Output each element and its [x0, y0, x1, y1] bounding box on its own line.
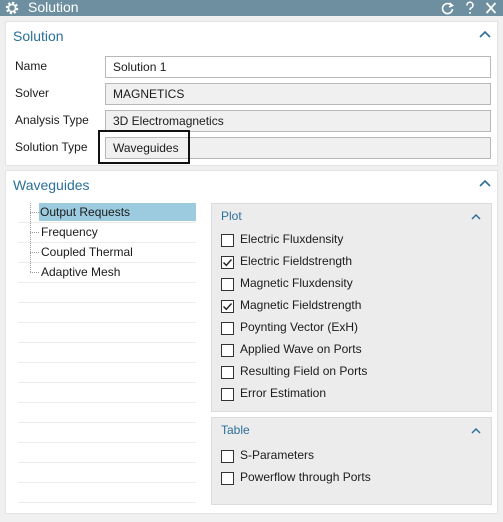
output-tree: Output Requests Frequency Coupled Therma… — [18, 203, 196, 505]
solver-field: MAGNETICS — [105, 83, 491, 105]
checkbox-powerflow[interactable] — [221, 472, 234, 485]
tree-row: Output Requests — [18, 203, 196, 223]
tree-branch — [30, 212, 39, 213]
checkbox-label: Electric Fieldstrength — [240, 254, 353, 268]
plot-group-header[interactable]: Plot — [212, 204, 491, 228]
tree-row — [18, 283, 196, 303]
tree-row: Coupled Thermal — [18, 243, 196, 263]
title-bar: Solution — [0, 0, 503, 16]
analysis-type-field: 3D Electromagnetics — [105, 110, 491, 132]
tree-row — [18, 463, 196, 483]
tree-row: Frequency — [18, 223, 196, 243]
tree-row — [18, 443, 196, 463]
analysis-type-label: Analysis Type — [15, 113, 89, 127]
name-label: Name — [15, 59, 48, 73]
checkbox-label: Powerflow through Ports — [240, 470, 371, 484]
checkbox-electric-fieldstrength[interactable] — [221, 256, 234, 269]
close-icon[interactable] — [483, 0, 499, 16]
solver-label: Solver — [15, 86, 50, 100]
tree-branch — [30, 252, 39, 253]
checkbox-label: Electric Fluxdensity — [240, 232, 344, 246]
tree-row — [18, 303, 196, 323]
checkbox-s-parameters[interactable] — [221, 450, 234, 463]
plot-group-title: Plot — [221, 209, 242, 223]
checkbox-label: Magnetic Fluxdensity — [240, 276, 353, 290]
tree-row — [18, 383, 196, 403]
tree-item-frequency[interactable]: Frequency — [40, 223, 102, 241]
checkbox-label: Applied Wave on Ports — [240, 342, 362, 356]
checkbox-label: S-Parameters — [240, 448, 315, 462]
checkbox-magnetic-fieldstrength[interactable] — [221, 300, 234, 313]
checkbox-applied-wave[interactable] — [221, 344, 234, 357]
table-group-header[interactable]: Table — [212, 418, 491, 442]
solution-type-highlight — [98, 130, 190, 164]
tree-row: Adaptive Mesh — [18, 263, 196, 283]
tree-item-coupled-thermal[interactable]: Coupled Thermal — [40, 243, 137, 261]
checkbox-magnetic-fluxdensity[interactable] — [221, 278, 234, 291]
checkbox-electric-fluxdensity[interactable] — [221, 234, 234, 247]
table-group: Table S-Parameters Powerflow through Por… — [211, 417, 492, 505]
window-title: Solution — [28, 0, 79, 15]
checkbox-poynting-vector[interactable] — [221, 322, 234, 335]
tree-row — [18, 423, 196, 443]
chevron-up-icon[interactable] — [479, 30, 491, 38]
tree-row — [18, 323, 196, 343]
checkbox-label: Resulting Field on Ports — [240, 364, 368, 378]
tree-item-adaptive-mesh[interactable]: Adaptive Mesh — [40, 263, 124, 281]
chevron-up-icon[interactable] — [479, 179, 491, 187]
tree-row — [18, 483, 196, 503]
table-group-title: Table — [221, 423, 250, 437]
gear-icon[interactable] — [4, 0, 20, 16]
tree-branch — [30, 272, 39, 273]
chevron-up-icon[interactable] — [471, 213, 481, 220]
tree-branch — [30, 232, 39, 233]
solution-type-label: Solution Type — [15, 140, 88, 154]
solution-group: Solution Name Solution 1 Solver MAGNETIC… — [5, 21, 498, 166]
checkbox-label: Poynting Vector (ExH) — [240, 320, 359, 334]
dialog-body: Solution Name Solution 1 Solver MAGNETIC… — [0, 16, 503, 522]
help-icon[interactable] — [462, 0, 478, 16]
checkbox-label: Error Estimation — [240, 386, 327, 400]
checkbox-error-estimation[interactable] — [221, 388, 234, 401]
solution-group-title: Solution — [13, 28, 64, 44]
waveguides-group-title: Waveguides — [13, 177, 90, 193]
tree-row — [18, 363, 196, 383]
checkmark-icon — [223, 259, 233, 267]
tree-row — [18, 403, 196, 423]
chevron-up-icon[interactable] — [471, 427, 481, 434]
solution-group-header[interactable]: Solution — [6, 22, 497, 50]
tree-row — [18, 343, 196, 363]
checkbox-resulting-field[interactable] — [221, 366, 234, 379]
tree-item-output-requests[interactable]: Output Requests — [39, 203, 196, 221]
reset-icon[interactable] — [440, 0, 456, 16]
waveguides-group: Waveguides Output Requests Frequency Cou… — [5, 170, 498, 514]
waveguides-group-header[interactable]: Waveguides — [6, 171, 497, 199]
name-field[interactable]: Solution 1 — [105, 56, 491, 78]
plot-group: Plot Electric Fluxdensity Electric Field… — [211, 203, 492, 412]
checkmark-icon — [223, 303, 233, 311]
checkbox-label: Magnetic Fieldstrength — [240, 298, 362, 312]
